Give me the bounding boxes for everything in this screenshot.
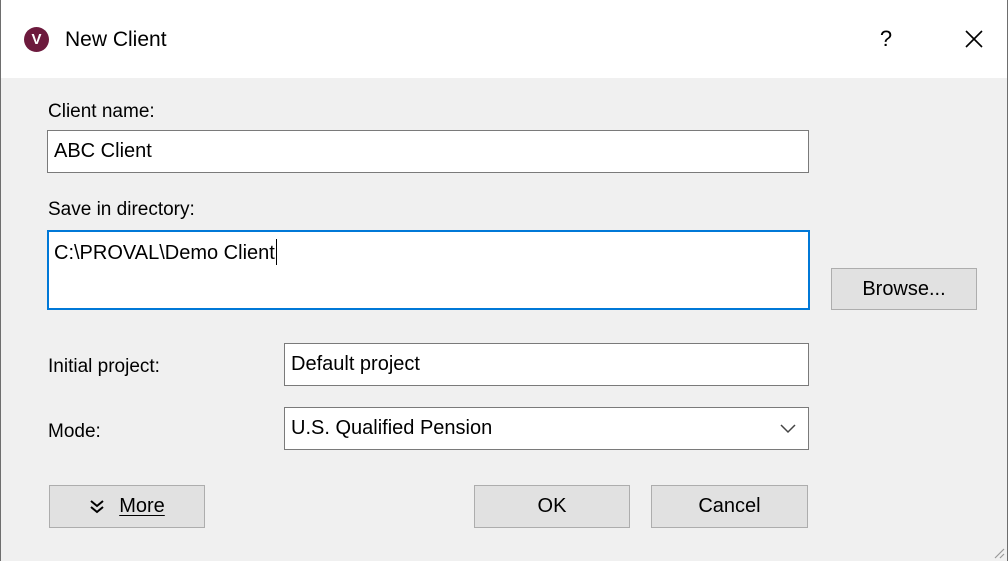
- mode-select[interactable]: U.S. Qualified Pension: [284, 407, 809, 450]
- directory-label: Save in directory:: [48, 199, 195, 220]
- browse-button-label: Browse...: [862, 277, 946, 300]
- resize-grip-icon[interactable]: [991, 545, 1005, 559]
- more-button[interactable]: More: [49, 485, 205, 528]
- cancel-button-label: Cancel: [698, 495, 761, 517]
- double-chevron-down-icon: [90, 499, 104, 513]
- ok-button[interactable]: OK: [474, 485, 630, 528]
- mode-select-value: U.S. Qualified Pension: [291, 417, 493, 439]
- new-client-dialog: V New Client ? Client name: ABC Client S…: [0, 0, 1008, 561]
- close-icon: [965, 30, 983, 48]
- help-button[interactable]: ?: [869, 20, 903, 58]
- ok-button-label: OK: [537, 495, 567, 517]
- cancel-button[interactable]: Cancel: [651, 485, 808, 528]
- text-caret: [275, 239, 277, 265]
- mode-label: Mode:: [48, 421, 101, 442]
- title-bar: V New Client ?: [1, 0, 1007, 78]
- client-name-label: Client name:: [48, 101, 155, 122]
- initial-project-label: Initial project:: [48, 356, 160, 377]
- directory-input[interactable]: C:\PROVAL\Demo Client: [47, 230, 810, 310]
- app-logo-icon: V: [24, 27, 49, 52]
- close-button[interactable]: [954, 20, 994, 58]
- initial-project-input[interactable]: Default project: [284, 343, 809, 386]
- dialog-title: New Client: [65, 28, 167, 51]
- more-button-label: More: [119, 495, 165, 517]
- directory-value: C:\PROVAL\Demo Client: [54, 242, 275, 264]
- browse-button[interactable]: Browse...: [831, 268, 977, 310]
- client-name-input[interactable]: ABC Client: [47, 130, 809, 173]
- chevron-down-icon: [780, 424, 796, 434]
